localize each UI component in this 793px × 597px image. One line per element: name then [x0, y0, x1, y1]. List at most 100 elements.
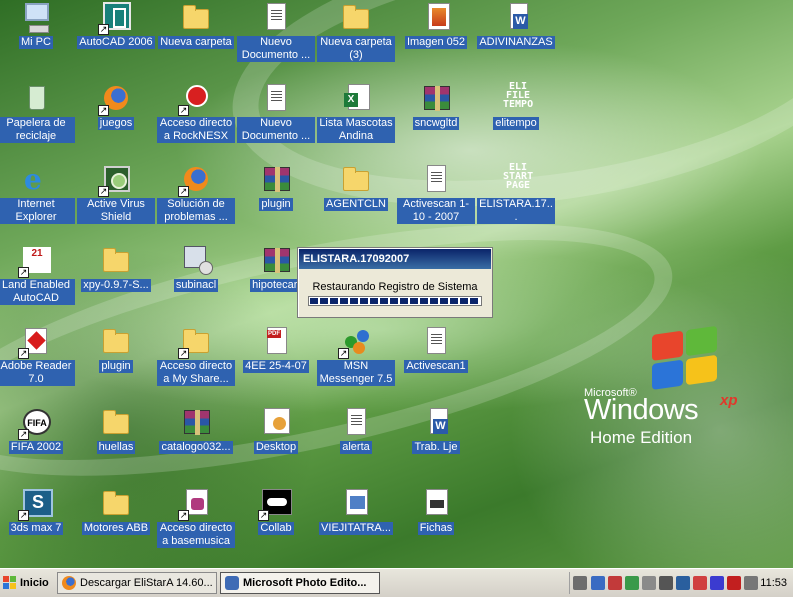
printer-icon[interactable] [642, 576, 656, 590]
fichas-icon [426, 489, 448, 515]
desktop-icon-trab-lje[interactable]: W Trab. Lje [397, 406, 475, 454]
desktop-icon-land-enabled[interactable]: 21 ↗ Land Enabled AutoCAD [0, 244, 75, 305]
eli-start-page-icon: ELI START PAGE [503, 162, 534, 191]
winrar-icon [264, 248, 290, 273]
desktop-icon-activescan1[interactable]: Activescan1 [397, 325, 475, 373]
network-icon[interactable] [591, 576, 605, 590]
shortcut-arrow-icon: ↗ [258, 510, 269, 521]
shortcut-arrow-icon: ↗ [18, 510, 29, 521]
icon-label: Fichas [417, 522, 455, 535]
eli-file-tempo-icon: ELI FILE TEMPO [503, 81, 534, 110]
desktop-icon-plugin-folder[interactable]: plugin [77, 325, 155, 373]
desktop-icon-alerta[interactable]: alerta [317, 406, 395, 454]
desktop-icon-desktop-file[interactable]: Desktop [237, 406, 315, 454]
icon-label: 3ds max 7 [8, 522, 64, 535]
photo-editor-icon [225, 576, 239, 590]
shortcut-arrow-icon: ↗ [178, 510, 189, 521]
desktop-icon-collab[interactable]: ↗ Collab [237, 487, 315, 535]
desktop-icon-rocknesx[interactable]: ↗ Acceso directo a RockNESX [157, 82, 235, 143]
app-icon[interactable] [625, 576, 639, 590]
speaker-icon[interactable] [710, 576, 724, 590]
dialog-title[interactable]: ELISTARA.17092007 [299, 249, 491, 269]
keyboard-icon[interactable] [573, 576, 587, 590]
taskbar-button-photo-editor[interactable]: Microsoft Photo Edito... [220, 572, 380, 594]
progress-fill [310, 298, 480, 304]
internet-explorer-icon: e [24, 163, 42, 196]
desktop-icon-nueva-carpeta-3[interactable]: Nueva carpeta (3) [317, 1, 395, 62]
start-button[interactable]: Inicio [0, 572, 52, 594]
desktop-icon-basemusica[interactable]: ↗ Acceso directo a basemusica [157, 487, 235, 548]
display-icon[interactable] [676, 576, 690, 590]
document-icon [427, 327, 446, 354]
desktop-icon-internet-explorer[interactable]: e Internet Explorer [0, 163, 75, 224]
icon-label: Solución de problemas ... [157, 198, 235, 224]
desktop-icon-xpy[interactable]: xpy-0.9.7-S... [77, 244, 155, 292]
desktop-icon-adivinanzas[interactable]: W ADIVINANZAS [477, 1, 555, 49]
desktop-icon-elitempo[interactable]: ELI FILE TEMPO elitempo [477, 82, 555, 130]
desktop-icon-subinacl[interactable]: subinacl [157, 244, 235, 292]
icon-label: AGENTCLN [324, 198, 388, 211]
desktop-icon-plugin-rar[interactable]: plugin [237, 163, 315, 211]
desktop-icon-fichas[interactable]: Fichas [397, 487, 475, 535]
folder-icon [343, 167, 369, 191]
other-icon[interactable] [744, 576, 758, 590]
desktop-icon-papelera[interactable]: Papelera de reciclaje [0, 82, 75, 143]
desktop-icon-mipc[interactable]: Mi PC [0, 1, 75, 49]
database-icon [186, 489, 208, 515]
icon-label: plugin [99, 360, 133, 373]
icon-label: ELISTARA.17... [477, 198, 555, 224]
icon-label: Desktop [253, 441, 299, 454]
desktop-icon-lista-mascotas[interactable]: Lista Mascotas Andina [317, 82, 395, 143]
folder-icon [343, 5, 369, 29]
progress-dialog[interactable]: ELISTARA.17092007 Restaurando Registro d… [297, 247, 493, 318]
desktop-icon-autocad[interactable]: ↗ AutoCAD 2006 [77, 1, 155, 49]
system-tray: 11:53 [569, 572, 793, 594]
shortcut-arrow-icon: ↗ [18, 348, 29, 359]
icon-label: sncwgltd [412, 117, 460, 130]
dialog-message: Restaurando Registro de Sistema [312, 281, 478, 293]
desktop-icon-active-virus-shield[interactable]: ↗ Active Virus Shield [77, 163, 155, 224]
logo-xp-text: xp [720, 392, 738, 409]
word-document-icon: W [430, 408, 448, 434]
desktop-icon-adobe-reader[interactable]: ↗ Adobe Reader 7.0 [0, 325, 75, 386]
desktop-icon-elistara[interactable]: ELI START PAGE ELISTARA.17... [477, 163, 555, 224]
winrar-icon [264, 167, 290, 192]
clock[interactable]: 11:53 [760, 576, 787, 590]
desktop-icon-sncwgltd[interactable]: sncwgltd [397, 82, 475, 130]
desktop-icon-viejitatra[interactable]: VIEJITATRA... [317, 487, 395, 535]
desktop-icon-3dsmax[interactable]: S ↗ 3ds max 7 [0, 487, 75, 535]
desktop-icon-imagen-052[interactable]: Imagen 052 [397, 1, 475, 49]
desktop-icon-solucion[interactable]: ↗ Solución de problemas ... [157, 163, 235, 224]
desktop-icon-juegos[interactable]: ↗ juegos [77, 82, 155, 130]
icon-label: subinacl [173, 279, 219, 292]
desktop-icon-msn[interactable]: ↗ MSN Messenger 7.5 [317, 325, 395, 386]
desktop-icon-my-share[interactable]: ↗ Acceso directo a My Share... [157, 325, 235, 386]
start-label: Inicio [20, 577, 49, 589]
tool-icon[interactable] [659, 576, 673, 590]
desktop-icon-nuevo-documento-2[interactable]: Nuevo Documento ... [237, 82, 315, 143]
desktop-icon-agentcln[interactable]: AGENTCLN [317, 163, 395, 211]
desktop-icon-motores[interactable]: Motores ABB [77, 487, 155, 535]
icon-label: Activescan 1-10 - 2007 [397, 198, 475, 224]
acrobat-icon[interactable] [727, 576, 741, 590]
recycle-bin-icon [29, 86, 45, 110]
icon-label: Active Virus Shield [77, 198, 155, 224]
mario-icon [186, 85, 208, 107]
shortcut-arrow-icon: ↗ [98, 105, 109, 116]
desktop-icon-nuevo-documento[interactable]: Nuevo Documento ... [237, 1, 315, 62]
folder-icon [183, 5, 209, 29]
icon-label: Papelera de reciclaje [0, 117, 75, 143]
desktop-icon-nueva-carpeta[interactable]: Nueva carpeta [157, 1, 235, 49]
security-icon[interactable] [608, 576, 622, 590]
desktop-icon-catalogo[interactable]: catalogo032... [157, 406, 235, 454]
task-label: Microsoft Photo Edito... [243, 577, 367, 589]
web-document-icon [346, 489, 368, 515]
desktop-icon-4ee[interactable]: 4EE 25-4-07 [237, 325, 315, 373]
desktop-icon-huellas[interactable]: huellas [77, 406, 155, 454]
virus-shield-icon[interactable] [693, 576, 707, 590]
icon-label: ADIVINANZAS [477, 36, 555, 49]
icon-label: Motores ABB [81, 522, 151, 535]
desktop-icon-fifa[interactable]: FIFA ↗ FIFA 2002 [0, 406, 75, 454]
desktop-icon-activescan-2007[interactable]: Activescan 1-10 - 2007 [397, 163, 475, 224]
taskbar-button-firefox[interactable]: Descargar EliStarA 14.60... [57, 572, 217, 594]
